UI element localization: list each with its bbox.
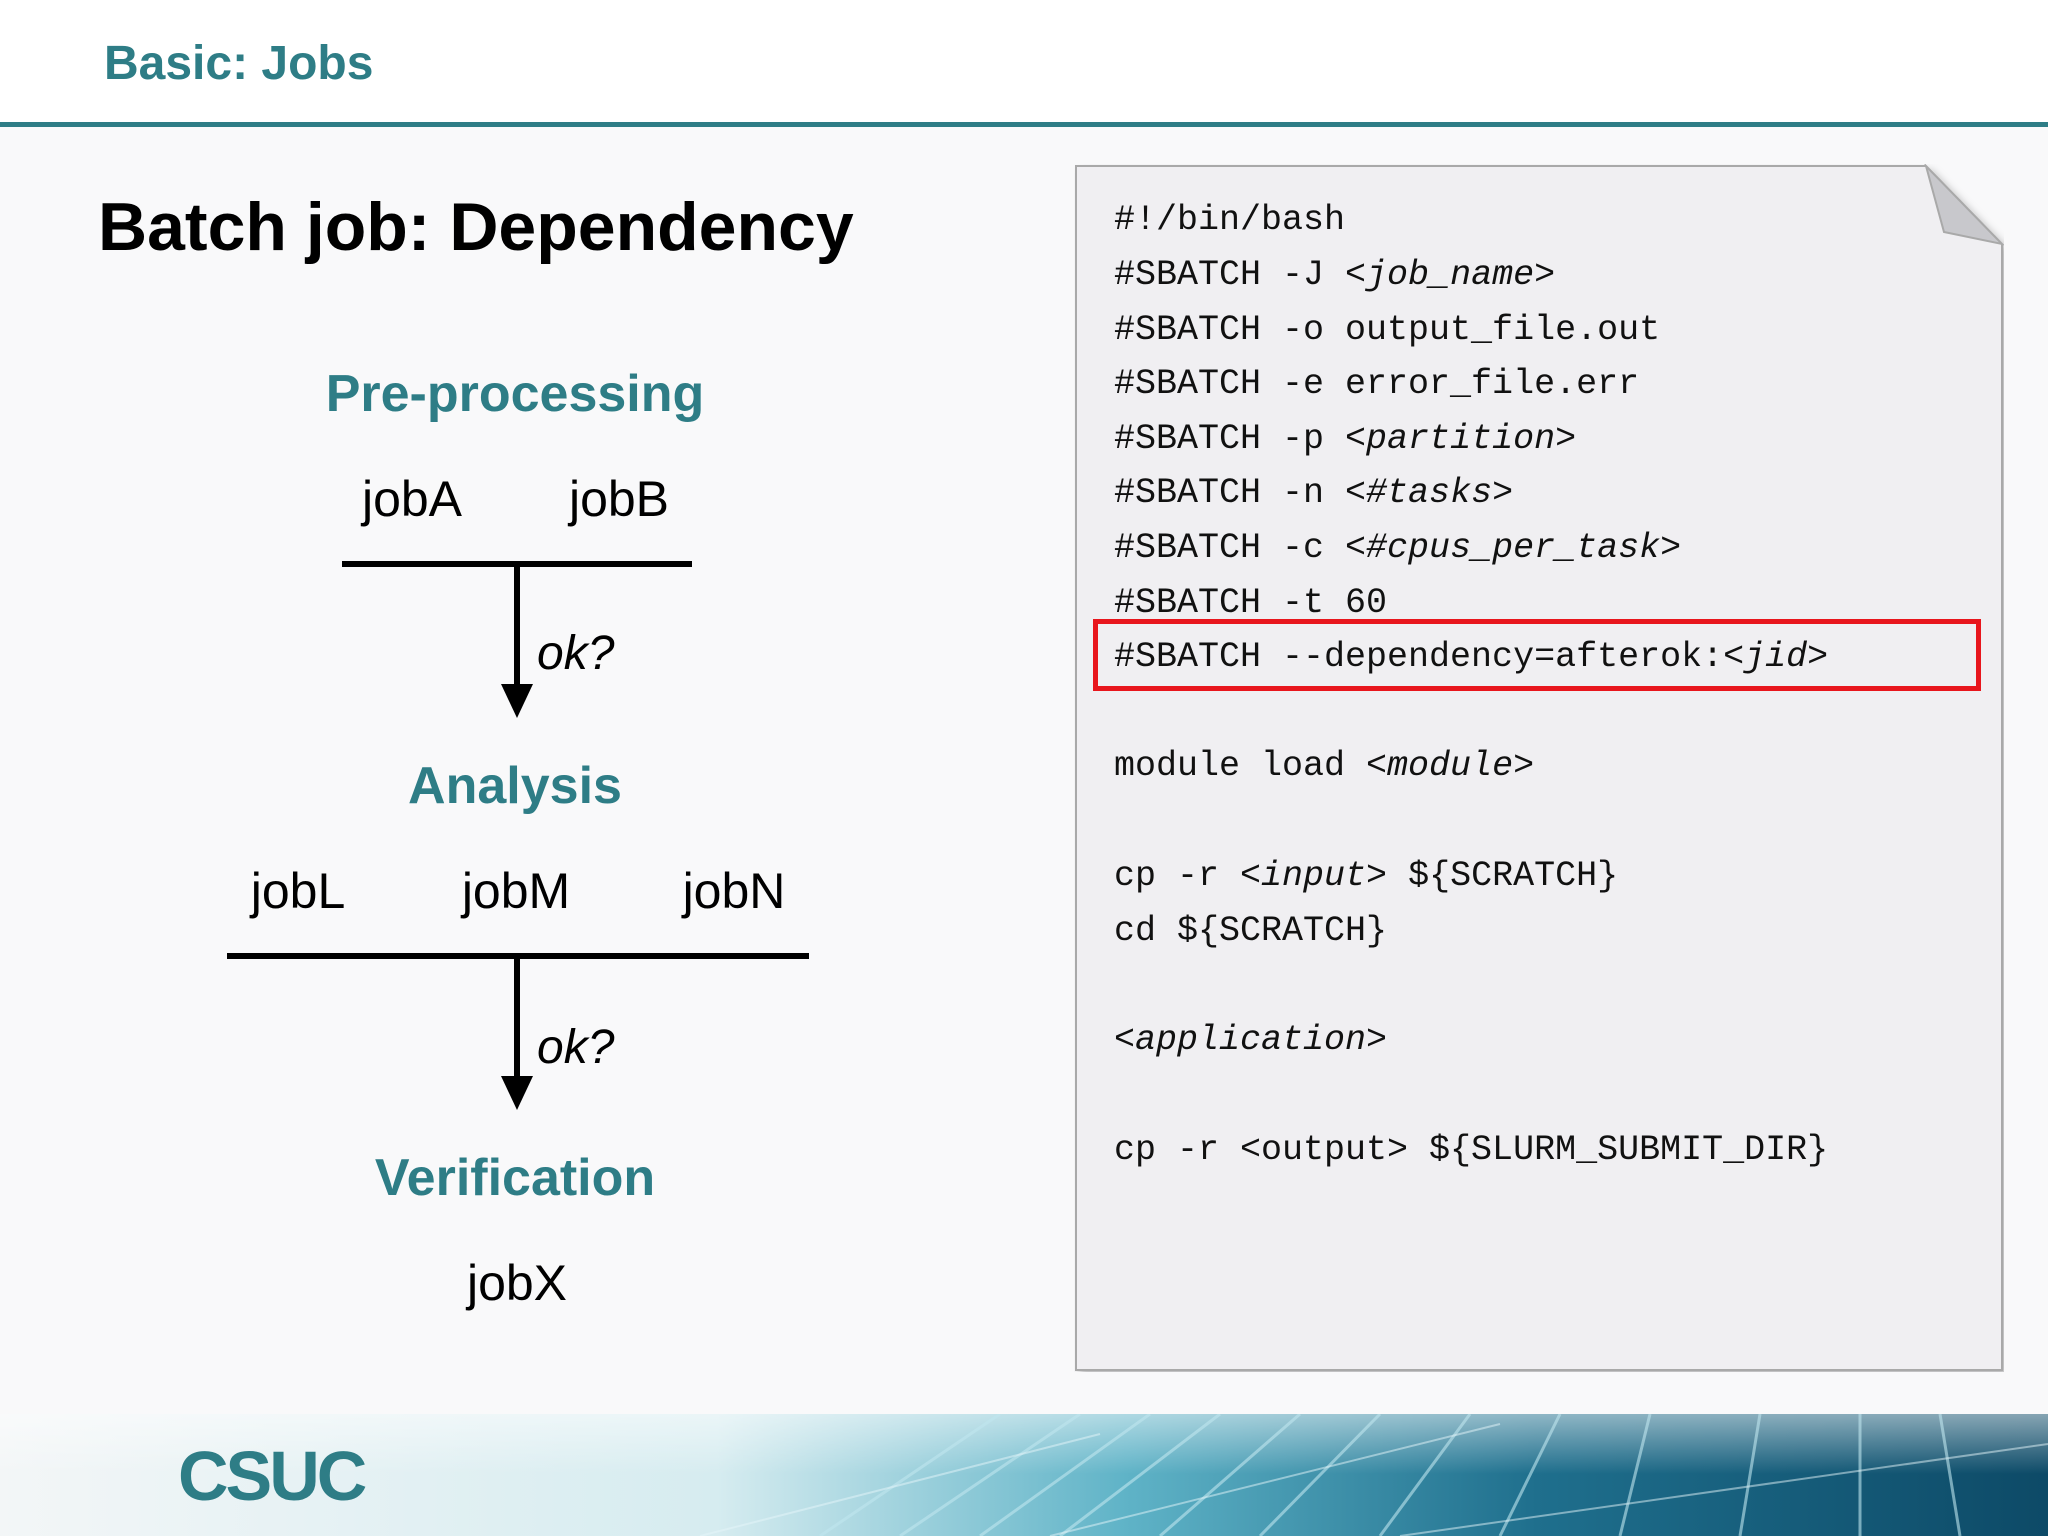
- code-text: #SBATCH -n: [1114, 473, 1346, 513]
- stage-label-preprocessing: Pre-processing: [325, 365, 705, 423]
- code-placeholder: <application>: [1114, 1020, 1388, 1060]
- job-label: jobA: [361, 471, 463, 527]
- code-placeholder: <partition>: [1345, 419, 1577, 459]
- code-line: #!/bin/bash: [1114, 200, 1345, 240]
- header-title: Basic: Jobs: [104, 37, 374, 90]
- code-line: #SBATCH -t 60: [1114, 583, 1387, 623]
- code-text: ${SCRATCH}: [1387, 856, 1619, 896]
- code-text: #!/bin/bash: [1114, 200, 1346, 240]
- job-label: jobB: [568, 471, 670, 527]
- code-text: module load: [1114, 746, 1367, 786]
- csuc-logo: CSUC: [178, 1437, 367, 1515]
- code-line: cp -r <input> ${SCRATCH}: [1114, 856, 1618, 896]
- arrow-condition-label: ok?: [537, 1021, 615, 1074]
- code-line: #SBATCH -c <#cpus_per_task>: [1114, 528, 1681, 568]
- stage-label-verification: Verification: [374, 1149, 656, 1207]
- code-line: #SBATCH -J <job_name>: [1114, 255, 1555, 295]
- code-text: #SBATCH -t 60: [1114, 583, 1388, 623]
- code-line: #SBATCH -e error_file.err: [1114, 364, 1639, 404]
- stage-label-analysis: Analysis: [408, 757, 622, 815]
- dependency-highlight-box: [1093, 619, 1981, 691]
- arrow-down-icon: [501, 1076, 533, 1110]
- job-label: jobM: [461, 863, 571, 919]
- arrow-down-icon: [501, 684, 533, 718]
- code-text: #SBATCH -o output_file.out: [1114, 310, 1661, 350]
- arrow-shaft: [514, 564, 520, 704]
- code-text: cp -r <output> ${SLURM_SUBMIT_DIR}: [1114, 1130, 1829, 1170]
- code-line: cp -r <output> ${SLURM_SUBMIT_DIR}: [1114, 1130, 1828, 1170]
- code-line: <application>: [1114, 1020, 1387, 1060]
- job-label: jobL: [250, 863, 346, 919]
- job-label: jobX: [466, 1255, 568, 1311]
- code-line: module load <module>: [1114, 746, 1534, 786]
- code-text: #SBATCH -J: [1114, 255, 1346, 295]
- code-line: cd ${SCRATCH}: [1114, 911, 1387, 951]
- code-placeholder: <module>: [1366, 746, 1535, 786]
- arrow-condition-label: ok?: [537, 627, 615, 680]
- code-placeholder: <#cpus_per_task>: [1345, 528, 1682, 568]
- code-text: #SBATCH -p: [1114, 419, 1346, 459]
- code-placeholder: <#tasks>: [1345, 473, 1514, 513]
- code-line: #SBATCH -o output_file.out: [1114, 310, 1660, 350]
- code-text: #SBATCH -c: [1114, 528, 1346, 568]
- code-placeholder: <input>: [1240, 856, 1388, 896]
- code-placeholder: <job_name>: [1345, 255, 1556, 295]
- code-text: cp -r: [1114, 856, 1241, 896]
- code-text: cd ${SCRATCH}: [1114, 911, 1388, 951]
- code-line: #SBATCH -n <#tasks>: [1114, 473, 1513, 513]
- arrow-shaft: [514, 956, 520, 1096]
- code-text: #SBATCH -e error_file.err: [1114, 364, 1640, 404]
- job-label: jobN: [682, 863, 786, 919]
- code-line: #SBATCH -p <partition>: [1114, 419, 1576, 459]
- slide-title: Batch job: Dependency: [98, 189, 854, 265]
